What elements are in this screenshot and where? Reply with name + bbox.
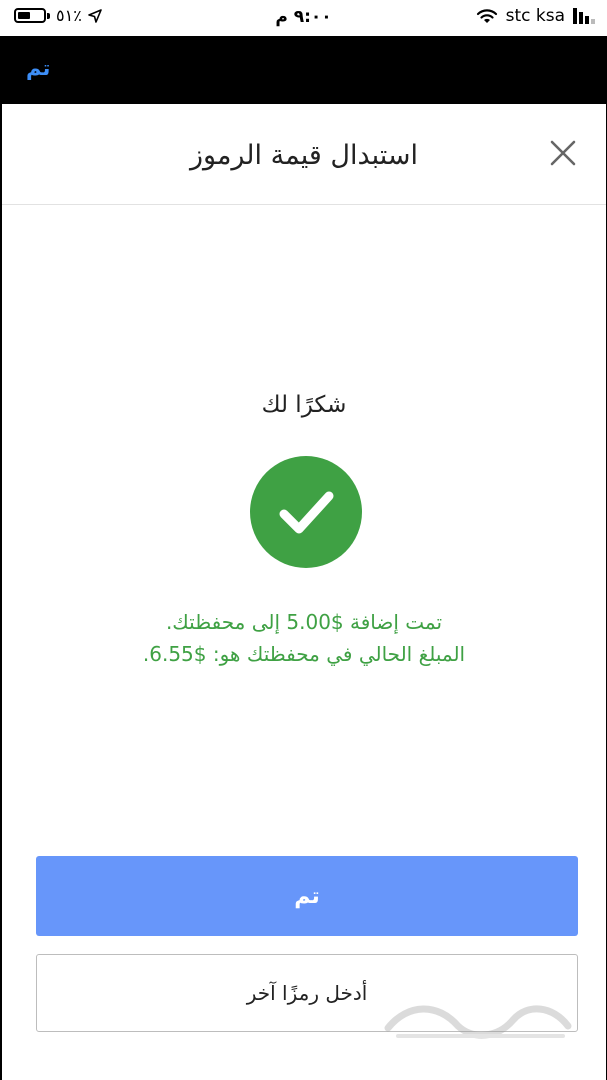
success-line-2: المبلغ الحالي في محفظتك هو: $6.55. [142, 642, 466, 666]
nav-done-link[interactable]: تم [26, 56, 50, 80]
check-icon [279, 491, 334, 534]
top-navbar: تم [0, 36, 607, 102]
close-icon[interactable] [548, 138, 578, 168]
carrier-name: stc ksa [505, 6, 565, 26]
thanks-heading: شكرًا لك [261, 392, 347, 418]
sheet-header: استبدال قيمة الرموز [2, 104, 606, 205]
success-circle [250, 456, 362, 568]
status-right: stc ksa [476, 6, 595, 26]
status-bar: ٥١٪ ٩:٠٠ م stc ksa [0, 0, 607, 36]
done-button[interactable]: تم [36, 856, 578, 936]
success-line-1: تمت إضافة $5.00 إلى محفظتك. [165, 610, 443, 634]
sheet-title: استبدال قيمة الرموز [189, 140, 419, 171]
success-message: تمت إضافة $5.00 إلى محفظتك. المبلغ الحال… [2, 606, 606, 670]
signal-bars-icon [573, 8, 595, 24]
wifi-icon [476, 9, 497, 23]
haraj-logo [384, 1005, 572, 1039]
redeem-sheet: استبدال قيمة الرموز شكرًا لك تمت إضافة $… [2, 104, 606, 1080]
